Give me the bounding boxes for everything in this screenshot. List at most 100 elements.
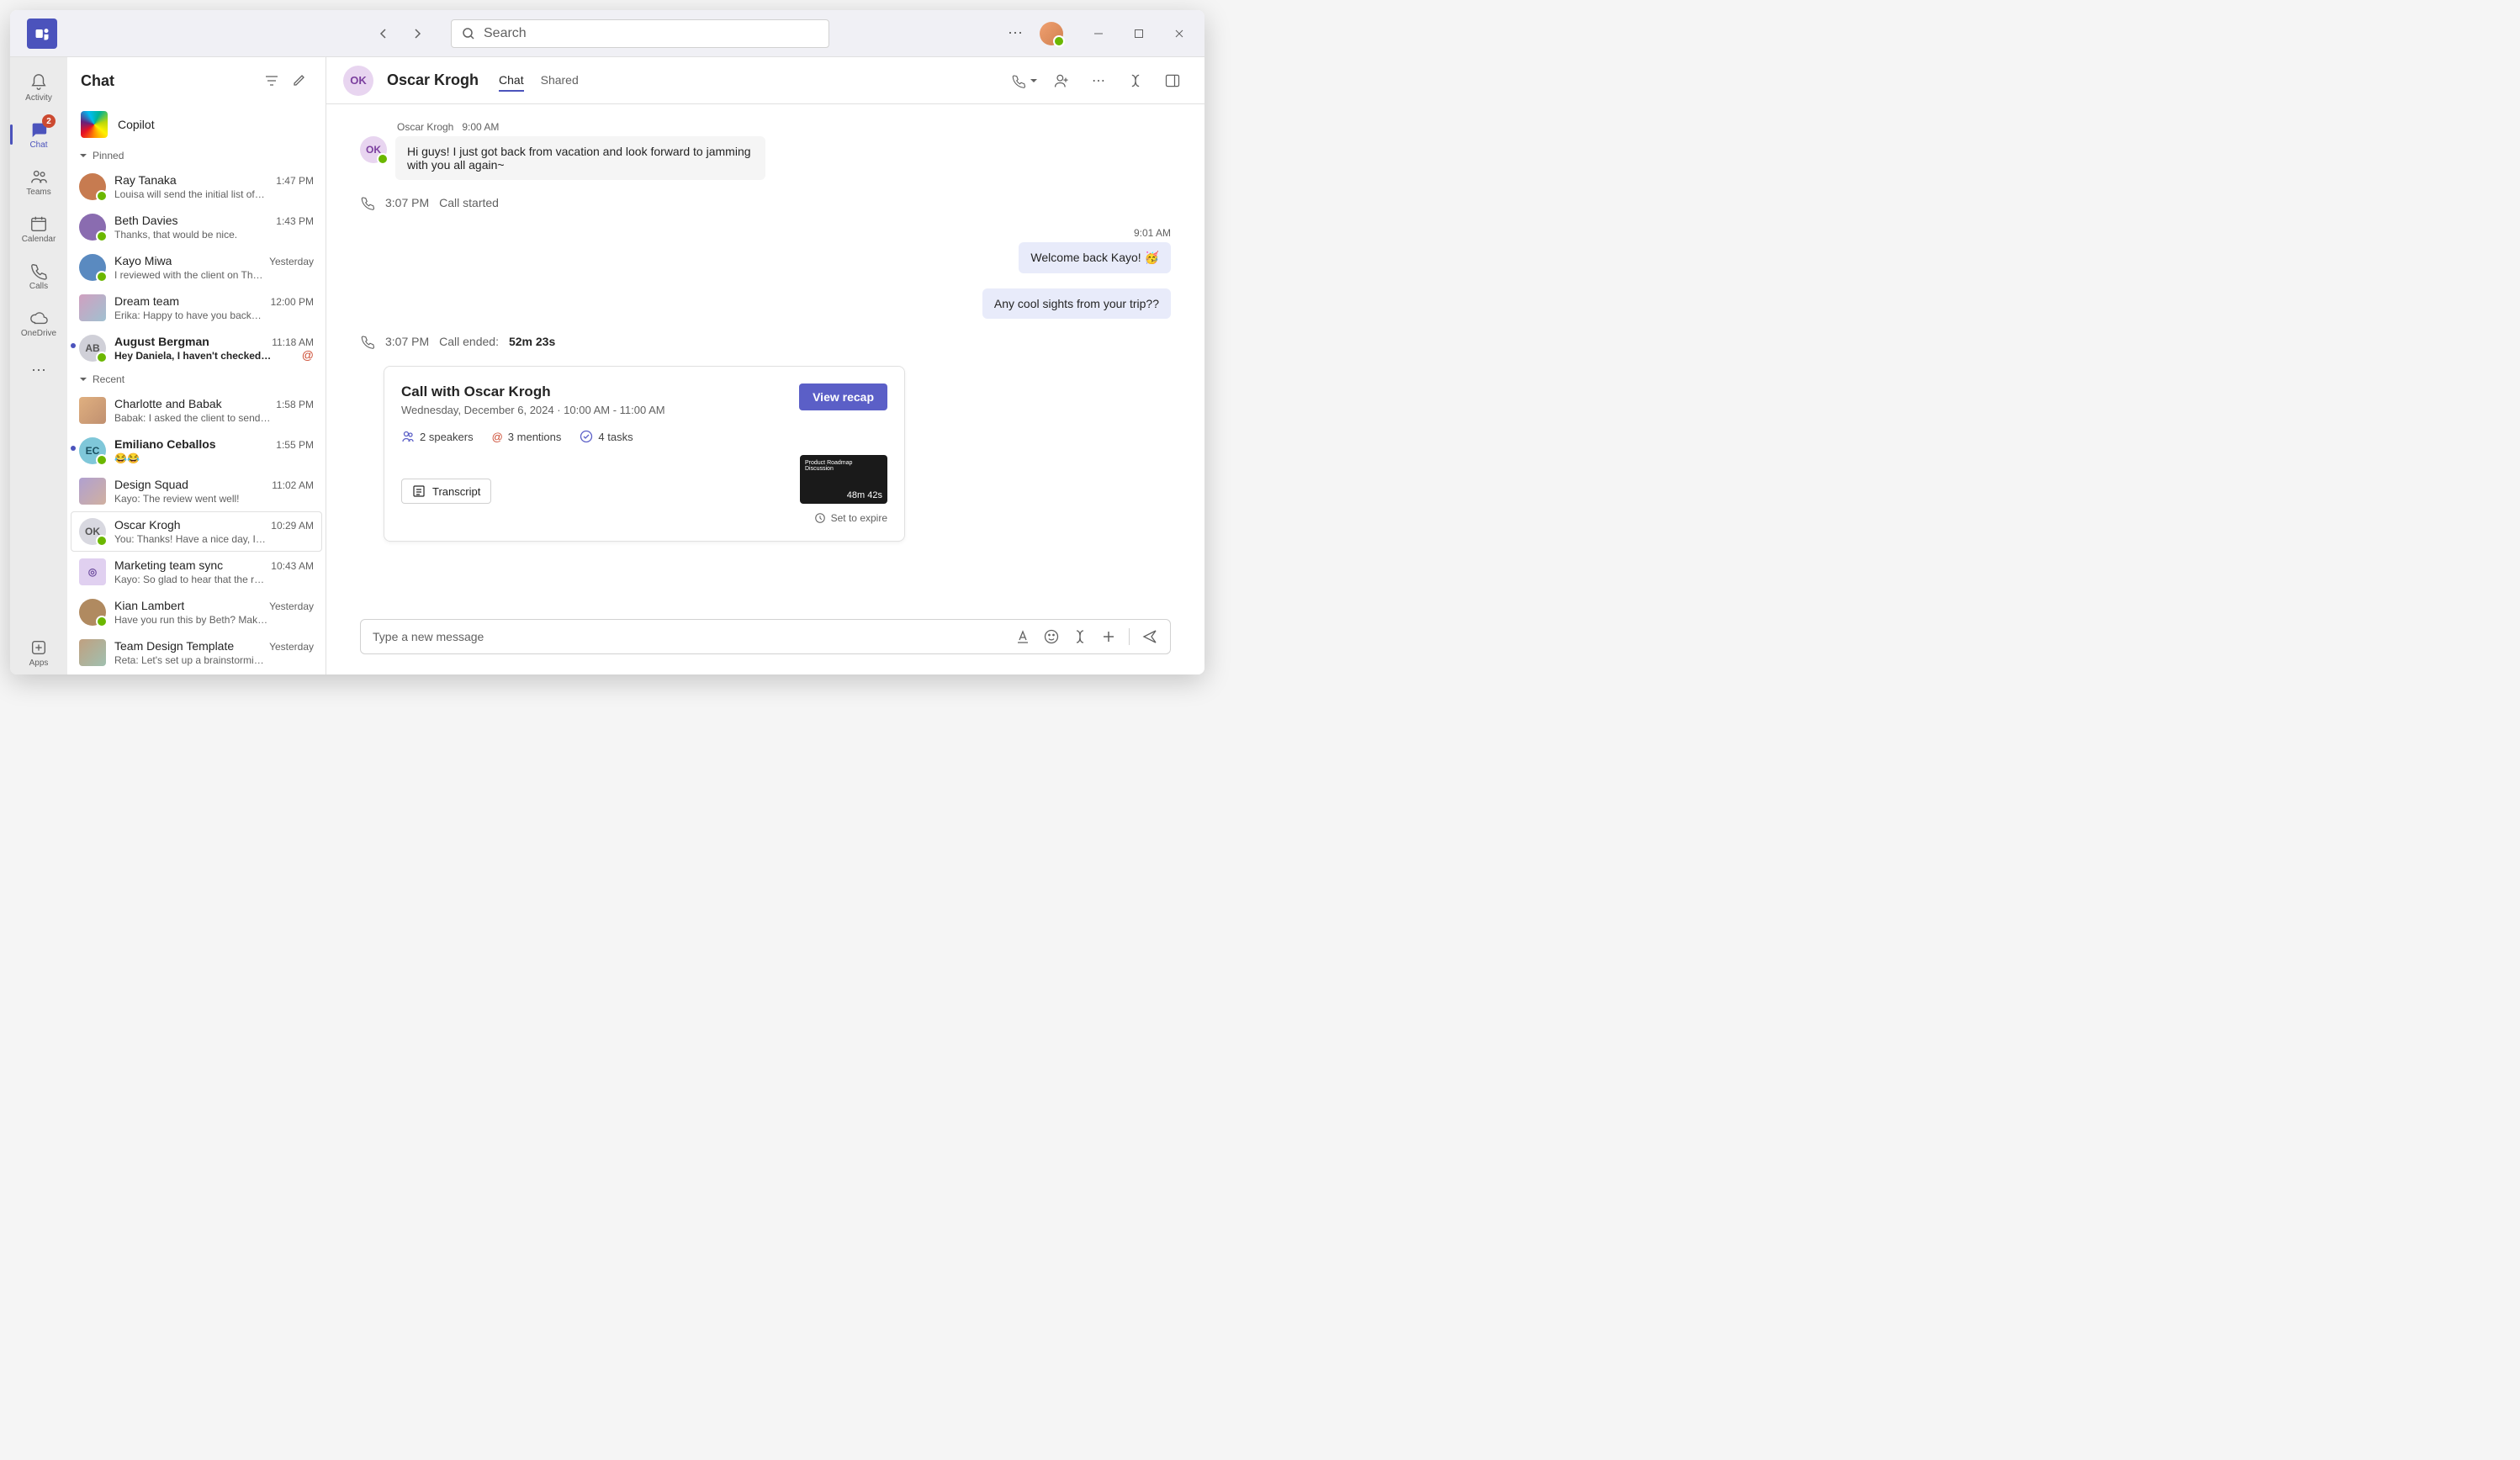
avatar	[79, 397, 106, 424]
add-people-button[interactable]	[1046, 66, 1077, 96]
filter-button[interactable]	[258, 67, 285, 94]
new-chat-button[interactable]	[285, 67, 312, 94]
chat-name: Design Squad	[114, 478, 188, 491]
chat-item-kayo-miwa[interactable]: Kayo MiwaYesterday I reviewed with the c…	[67, 247, 326, 288]
forward-button[interactable]	[404, 20, 431, 47]
chat-time: 1:43 PM	[276, 215, 314, 227]
chat-name: Kayo Miwa	[114, 254, 172, 267]
format-button[interactable]	[1014, 628, 1031, 645]
open-pane-button[interactable]	[1157, 66, 1188, 96]
maximize-button[interactable]	[1120, 20, 1157, 47]
call-text: Call ended:	[439, 335, 499, 348]
nav-label: OneDrive	[21, 329, 56, 338]
chat-item-charlotte-babak[interactable]: Charlotte and Babak1:58 PM Babak: I aske…	[67, 390, 326, 431]
chat-item-ray-tanaka[interactable]: Ray Tanaka1:47 PM Louisa will send the i…	[67, 167, 326, 207]
nav-activity[interactable]: Activity	[15, 66, 62, 109]
user-avatar[interactable]	[1040, 22, 1063, 45]
chat-list-title: Chat	[81, 72, 258, 90]
chat-time: Yesterday	[269, 641, 314, 653]
chat-name: Emiliano Ceballos	[114, 437, 216, 451]
chat-item-august-bergman[interactable]: AB August Bergman11:18 AM Hey Daniela, I…	[67, 328, 326, 368]
copilot-label: Copilot	[118, 118, 155, 131]
back-button[interactable]	[370, 20, 397, 47]
stat-tasks: 4 tasks	[580, 430, 633, 443]
transcript-button[interactable]: Transcript	[401, 479, 491, 504]
conversation-title: Oscar Krogh	[387, 71, 479, 89]
call-started-line: 3:07 PM Call started	[360, 195, 1171, 210]
chat-item-emiliano-ceballos[interactable]: EC Emiliano Ceballos1:55 PM 😂😂	[67, 431, 326, 471]
tab-chat[interactable]: Chat	[499, 70, 524, 92]
nav-label: Apps	[29, 659, 49, 668]
out-timestamp: 9:01 AM	[360, 227, 1171, 239]
recap-thumbnail[interactable]: Product Roadmap Discussion 48m 42s	[800, 455, 887, 504]
chat-badge: 2	[42, 114, 56, 128]
copilot-icon	[81, 111, 108, 138]
more-button[interactable]: ⋯	[1083, 66, 1114, 96]
chat-item-dream-team[interactable]: Dream team12:00 PM Erika: Happy to have …	[67, 288, 326, 328]
chat-item-team-design-template[interactable]: Team Design Template Yesterday Reta: Let'…	[67, 632, 326, 673]
call-button[interactable]	[1009, 66, 1040, 96]
conversation-actions: ⋯	[1009, 66, 1188, 96]
more-options-button[interactable]: ⋯	[1001, 21, 1030, 45]
nav-onedrive[interactable]: OneDrive	[15, 301, 62, 345]
nav-calendar[interactable]: Calendar	[15, 207, 62, 251]
call-duration: 52m 23s	[509, 335, 555, 348]
view-recap-button[interactable]: View recap	[799, 384, 887, 410]
copilot-compose-button[interactable]	[1072, 628, 1088, 645]
nav-calls[interactable]: Calls	[15, 254, 62, 298]
title-bar: Search ⋯	[10, 10, 1204, 57]
nav-more[interactable]: ⋯	[15, 348, 62, 392]
call-time: 3:07 PM	[385, 335, 429, 348]
app-window: Search ⋯ Activity 2 Chat	[10, 10, 1204, 674]
nav-apps[interactable]: Apps	[15, 631, 62, 674]
recap-subtitle: Wednesday, December 6, 2024 · 10:00 AM -…	[401, 404, 665, 416]
message-out-2: Any cool sights from your trip??	[360, 288, 1171, 319]
chat-name: Team Design Template	[114, 639, 234, 653]
nav-label: Calendar	[22, 235, 56, 244]
section-pinned[interactable]: Pinned	[67, 145, 326, 167]
message-list[interactable]: Oscar Krogh 9:00 AM OK Hi guys! I just g…	[326, 104, 1204, 606]
message-bubble[interactable]: Welcome back Kayo! 🥳	[1019, 242, 1171, 273]
avatar	[79, 478, 106, 505]
section-recent[interactable]: Recent	[67, 368, 326, 390]
ellipsis-icon: ⋯	[1092, 72, 1105, 89]
send-button[interactable]	[1141, 628, 1158, 645]
copilot-item[interactable]: Copilot	[67, 104, 326, 145]
nav-rail: Activity 2 Chat Teams Calendar Calls	[10, 57, 67, 674]
chat-item-design-squad[interactable]: Design Squad11:02 AM Kayo: The review we…	[67, 471, 326, 511]
ellipsis-icon: ⋯	[31, 362, 46, 379]
avatar	[79, 599, 106, 626]
search-box[interactable]: Search	[451, 19, 829, 48]
chat-item-beth-davies[interactable]: Beth Davies1:43 PM Thanks, that would be…	[67, 207, 326, 247]
phone-icon	[360, 195, 375, 210]
composer-input[interactable]	[373, 630, 1014, 643]
chat-item-oscar-krogh[interactable]: OK Oscar Krogh10:29 AM You: Thanks! Have…	[71, 511, 322, 552]
chat-item-kian-lambert[interactable]: Kian LambertYesterday Have you run this …	[67, 592, 326, 632]
unread-dot	[71, 446, 76, 451]
cloud-icon	[29, 309, 48, 327]
window-controls	[1080, 20, 1198, 47]
message-bubble[interactable]: Any cool sights from your trip??	[982, 288, 1171, 319]
avatar: OK	[79, 518, 106, 545]
message-composer[interactable]	[360, 619, 1171, 654]
chat-list-scroll[interactable]: Copilot Pinned Ray Tanaka1:47 PM Louisa …	[67, 104, 326, 674]
chat-list-header: Chat	[67, 57, 326, 104]
minimize-button[interactable]	[1080, 20, 1117, 47]
nav-teams[interactable]: Teams	[15, 160, 62, 204]
avatar: ◎	[79, 558, 106, 585]
tab-shared[interactable]: Shared	[541, 70, 579, 92]
conversation-panel: OK Oscar Krogh Chat Shared ⋯ Oscar Krogh	[326, 57, 1204, 674]
copilot-pane-button[interactable]	[1120, 66, 1151, 96]
attach-button[interactable]	[1100, 628, 1117, 645]
nav-chat[interactable]: 2 Chat	[15, 113, 62, 156]
close-button[interactable]	[1161, 20, 1198, 47]
chat-name: Ray Tanaka	[114, 173, 177, 187]
emoji-button[interactable]	[1043, 628, 1060, 645]
avatar	[79, 639, 106, 666]
message-bubble[interactable]: Hi guys! I just got back from vacation a…	[395, 136, 765, 180]
conversation-header: OK Oscar Krogh Chat Shared ⋯	[326, 57, 1204, 104]
avatar	[79, 294, 106, 321]
chat-preview: Reta: Let's set up a brainstormi…	[114, 654, 314, 666]
chat-item-marketing-sync[interactable]: ◎ Marketing team sync10:43 AM Kayo: So g…	[67, 552, 326, 592]
nav-label: Calls	[29, 282, 48, 291]
